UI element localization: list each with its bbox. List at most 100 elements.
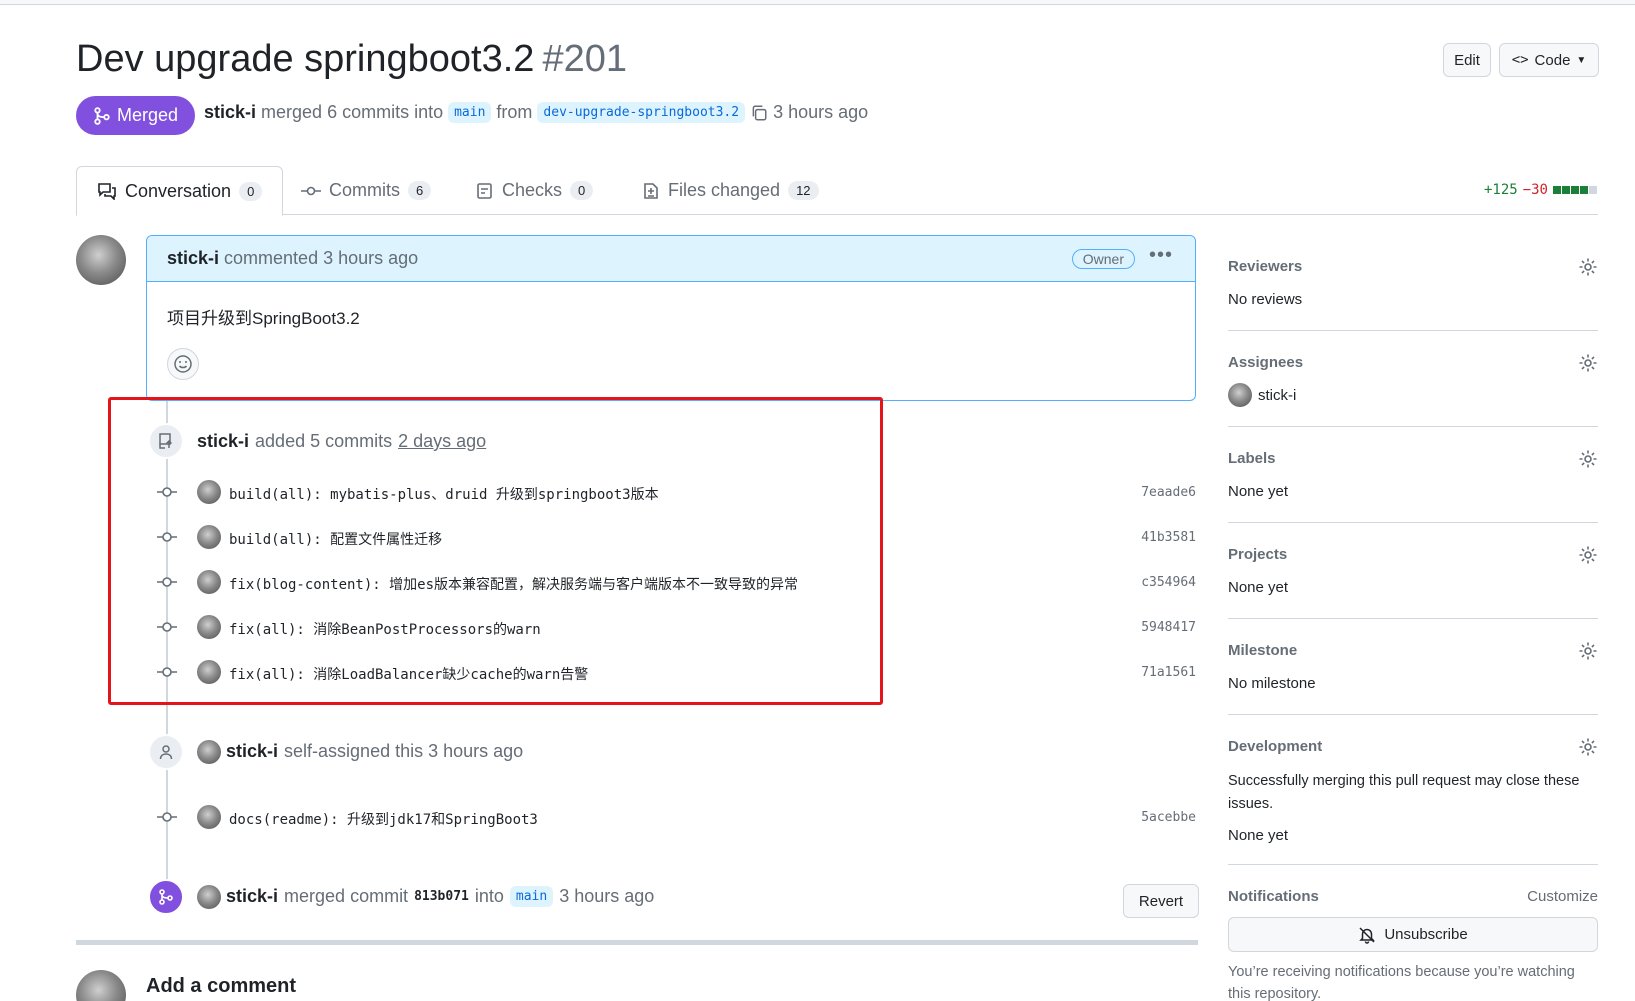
- notifications-title: Notifications: [1228, 888, 1319, 905]
- from-text: from: [496, 102, 533, 122]
- gear-icon[interactable]: [1578, 353, 1598, 373]
- copy-icon[interactable]: [750, 104, 768, 122]
- head-branch[interactable]: dev-upgrade-springboot3.2: [537, 102, 746, 123]
- gear-icon[interactable]: [1578, 641, 1598, 661]
- comment-author-avatar[interactable]: [76, 235, 126, 285]
- merge-commit-sha[interactable]: 813b071: [414, 889, 469, 904]
- bell-slash-icon: [1359, 926, 1376, 944]
- development-description: Successfully merging this pull request m…: [1228, 773, 1580, 812]
- commit-sha-2[interactable]: 41b3581: [1141, 530, 1196, 545]
- comment-author[interactable]: stick-i: [167, 248, 219, 269]
- pr-title: Dev upgrade springboot3.2 #201: [76, 38, 627, 81]
- base-branch[interactable]: main: [448, 102, 492, 123]
- customize-link[interactable]: Customize: [1527, 888, 1598, 905]
- tab-files-label: Files changed: [668, 180, 781, 200]
- assign-event-author[interactable]: stick-i: [226, 741, 278, 762]
- sidebar-reviewers: Reviewers No reviews: [1228, 235, 1598, 331]
- projects-title[interactable]: Projects: [1228, 546, 1287, 563]
- comment-header: stick-i commented 3 hours ago Owner •••: [147, 236, 1195, 282]
- sidebar-labels: Labels None yet: [1228, 427, 1598, 523]
- commit-sha-1[interactable]: 7eaade6: [1141, 485, 1196, 500]
- gear-icon[interactable]: [1578, 257, 1598, 277]
- assignees-title[interactable]: Assignees: [1228, 354, 1303, 371]
- commit-sha-5[interactable]: 71a1561: [1141, 665, 1196, 680]
- additions-count: +125: [1483, 182, 1518, 198]
- tab-files-count: 12: [788, 181, 819, 200]
- sidebar-notifications: Notifications Customize Unsubscribe You’…: [1228, 865, 1598, 1001]
- merge-event-badge: [148, 879, 184, 915]
- kebab-menu-icon[interactable]: •••: [1149, 244, 1173, 267]
- revert-label: Revert: [1138, 892, 1184, 910]
- assign-event-badge: [148, 734, 184, 770]
- person-icon: [159, 745, 173, 760]
- checks-icon: [477, 182, 492, 199]
- merge-icon: [94, 106, 110, 125]
- tab-conversation[interactable]: Conversation 0: [76, 166, 284, 216]
- assignee-name[interactable]: stick-i: [1258, 387, 1296, 404]
- assignee-avatar[interactable]: [1228, 383, 1252, 407]
- merged-label: Merged: [116, 105, 179, 125]
- tab-checks-count: 0: [570, 181, 594, 200]
- tab-files-changed[interactable]: Files changed 12: [642, 166, 819, 215]
- gear-icon[interactable]: [1578, 449, 1598, 469]
- comment-action: commented 3 hours ago: [224, 248, 419, 268]
- tab-commits-label: Commits: [329, 180, 400, 200]
- commit-dot-icon: [157, 807, 177, 827]
- milestone-title[interactable]: Milestone: [1228, 642, 1297, 659]
- milestone-value: No milestone: [1228, 675, 1316, 692]
- merge-base-branch[interactable]: main: [509, 886, 554, 907]
- diffstat-blocks: [1553, 182, 1598, 198]
- tab-commits[interactable]: Commits 6: [301, 166, 432, 215]
- commit-message-6[interactable]: docs(readme): 升级到jdk17和SpringBoot3: [229, 809, 538, 829]
- tab-commits-count: 6: [408, 181, 432, 200]
- current-user-avatar: [76, 970, 126, 1001]
- commit-sha-6[interactable]: 5acebbe: [1141, 810, 1196, 825]
- smiley-icon: [174, 355, 192, 373]
- assign-event-text: stick-i self-assigned this 3 hours ago: [226, 741, 523, 762]
- gear-icon[interactable]: [1578, 545, 1598, 565]
- labels-value: None yet: [1228, 483, 1289, 500]
- merge-event-author[interactable]: stick-i: [226, 886, 278, 907]
- top-border: [0, 0, 1635, 5]
- merge-into-text: into: [474, 886, 504, 906]
- gear-icon[interactable]: [1578, 737, 1598, 757]
- assign-avatar[interactable]: [197, 740, 221, 764]
- unsubscribe-label: Unsubscribe: [1384, 926, 1468, 943]
- deletions-count: −30: [1522, 182, 1548, 198]
- revert-button[interactable]: Revert: [1123, 884, 1199, 918]
- merge-avatar[interactable]: [197, 885, 221, 909]
- caret-down-icon: ▼: [1576, 54, 1587, 66]
- commit-sha-4[interactable]: 5948417: [1141, 620, 1196, 635]
- add-reaction-button[interactable]: [167, 348, 199, 380]
- tab-checks-label: Checks: [502, 180, 563, 200]
- highlight-box: [108, 397, 883, 705]
- sidebar-assignees: Assignees stick-i: [1228, 331, 1598, 427]
- tab-conversation-label: Conversation: [125, 180, 232, 201]
- reviewers-title[interactable]: Reviewers: [1228, 258, 1302, 275]
- code-label: Code: [1534, 51, 1571, 69]
- tab-checks[interactable]: Checks 0: [476, 166, 594, 215]
- development-title[interactable]: Development: [1228, 738, 1322, 755]
- merge-event-time: 3 hours ago: [559, 886, 655, 906]
- pr-meta: stick-i merged 6 commits into main from …: [204, 102, 868, 123]
- merged-state-badge: Merged: [76, 96, 195, 135]
- pr-author-link[interactable]: stick-i: [204, 102, 256, 123]
- add-comment-heading: Add a comment: [146, 975, 297, 997]
- pr-title-text: Dev upgrade springboot3.2: [76, 38, 535, 80]
- merge-icon: [159, 889, 173, 905]
- commit-sha-3[interactable]: c354964: [1141, 575, 1196, 590]
- edit-label: Edit: [1454, 51, 1480, 69]
- merge-event-text: stick-i merged commit 813b071 into main …: [226, 886, 654, 907]
- commit-avatar[interactable]: [197, 805, 221, 829]
- projects-value: None yet: [1228, 579, 1289, 596]
- timeline-end-divider: [76, 940, 1198, 945]
- code-icon: <>: [1511, 52, 1529, 68]
- tab-conversation-count: 0: [239, 181, 263, 201]
- code-button[interactable]: <> Code ▼: [1499, 43, 1599, 77]
- unsubscribe-button[interactable]: Unsubscribe: [1228, 917, 1598, 952]
- pr-tabs: Conversation 0 Commits 6 Checks 0 Files …: [76, 166, 1598, 216]
- sidebar-development: Development Successfully merging this pu…: [1228, 715, 1598, 865]
- merge-text: merged 6 commits into: [261, 102, 444, 122]
- labels-title[interactable]: Labels: [1228, 450, 1276, 467]
- edit-button[interactable]: Edit: [1443, 43, 1491, 77]
